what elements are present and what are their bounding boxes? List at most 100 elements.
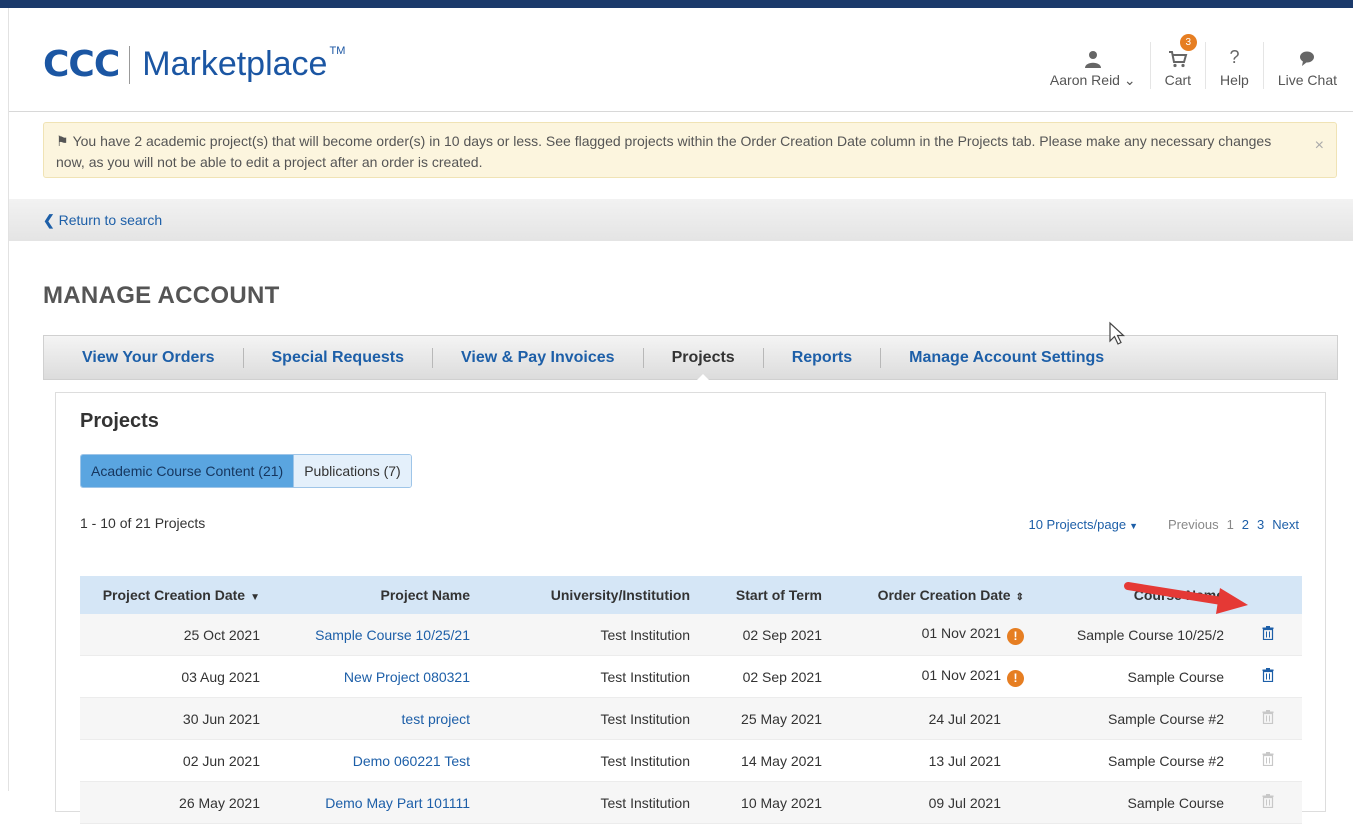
cell-course-name: Sample Course (1034, 781, 1234, 824)
cart-count-badge: 3 (1179, 34, 1197, 51)
live-chat-button[interactable]: Live Chat (1262, 42, 1353, 89)
cell-term-start: 02 Sep 2021 (700, 655, 832, 698)
live-chat-label: Live Chat (1277, 72, 1337, 88)
cell-term-start: 14 May 2021 (700, 739, 832, 782)
account-tabs: View Your Orders Special Requests View &… (43, 335, 1338, 382)
chat-bubble-icon (1298, 42, 1316, 68)
project-type-toggle: Academic Course Content (21) Publication… (80, 454, 412, 488)
cart-button[interactable]: 3 Cart (1149, 34, 1205, 89)
sort-desc-icon: ▼ (250, 592, 260, 603)
cell-created: 25 Oct 2021 (80, 614, 270, 656)
cell-institution: Test Institution (480, 697, 700, 740)
cell-term-start: 25 May 2021 (700, 697, 832, 740)
flag-icon: ⚑ (56, 133, 69, 149)
user-name: Aaron Reid (1049, 72, 1120, 88)
logo-mark: CCC (43, 44, 120, 85)
return-label: Return to search (58, 212, 163, 228)
table-row: 25 Oct 2021 Sample Course 10/25/21 Test … (80, 614, 1302, 656)
cell-created: 30 Jun 2021 (80, 697, 270, 740)
logo-trademark: TM (329, 44, 346, 57)
project-alert-banner: ⚑ You have 2 academic project(s) that wil… (43, 122, 1337, 178)
tab-special-requests[interactable]: Special Requests (242, 347, 433, 368)
trash-disabled-icon (1262, 710, 1274, 725)
projects-table-body: 25 Oct 2021 Sample Course 10/25/21 Test … (80, 614, 1302, 824)
cell-course-name: Sample Course #2 (1034, 739, 1234, 782)
cell-course-name: Sample Course 10/25/2 (1034, 614, 1234, 656)
trash-icon[interactable] (1262, 626, 1274, 641)
table-header-row: Project Creation Date ▼ Project Name Univ… (80, 576, 1302, 614)
project-name-link[interactable]: Demo 060221 Test (353, 753, 470, 769)
col-project-name[interactable]: Project Name (270, 576, 480, 614)
sort-both-icon: ⇕ (1015, 592, 1024, 603)
col-university-institution[interactable]: University/Institution (480, 576, 700, 614)
alert-message: You have 2 academic project(s) that will… (56, 133, 1272, 170)
cell-institution: Test Institution (480, 614, 700, 656)
page-link-3[interactable]: 3 (1257, 517, 1264, 532)
cell-created: 26 May 2021 (80, 781, 270, 824)
top-stripe (0, 0, 1353, 8)
pagination: 10 Projects/page ▼ Previous 1 2 3 Next (1028, 517, 1299, 532)
col-project-creation-date[interactable]: Project Creation Date ▼ (80, 576, 270, 614)
page-title: MANAGE ACCOUNT (43, 282, 280, 309)
cell-order-date: 09 Jul 2021 (832, 781, 1034, 824)
cell-order-date: 01 Nov 2021! (832, 614, 1034, 656)
per-page-dropdown[interactable]: 10 Projects/page ▼ (1028, 517, 1138, 532)
return-bar: ❮ Return to search (9, 199, 1353, 241)
ccc-marketplace-logo[interactable]: CCC Marketplace TM (43, 44, 345, 85)
close-icon[interactable]: × (1315, 135, 1324, 156)
chevron-down-icon: ⌄ (1123, 72, 1136, 88)
projects-table: Project Creation Date ▼ Project Name Univ… (80, 576, 1302, 824)
tab-view-pay-invoices[interactable]: View & Pay Invoices (432, 347, 643, 368)
project-name-link[interactable]: test project (402, 711, 470, 727)
cell-order-date: 24 Jul 2021 (832, 697, 1034, 740)
previous-page-link[interactable]: Previous (1168, 517, 1219, 532)
return-to-search-link[interactable]: ❮ Return to search (43, 212, 162, 229)
per-page-value: 10 Projects/page (1028, 517, 1127, 532)
results-count: 1 - 10 of 21 Projects (80, 515, 206, 531)
left-border (0, 8, 9, 791)
cell-course-name: Sample Course (1034, 655, 1234, 698)
chevron-left-icon: ❮ (43, 212, 55, 228)
cell-created: 03 Aug 2021 (80, 655, 270, 698)
cell-order-date: 01 Nov 2021! (832, 655, 1034, 698)
help-button[interactable]: ? Help (1205, 42, 1263, 89)
warning-icon: ! (1007, 627, 1024, 645)
header-actions: Aaron Reid ⌄ 3 Cart ? Help Live Chat (1036, 34, 1353, 89)
cell-institution: Test Institution (480, 739, 700, 782)
logo-divider (129, 45, 131, 84)
cell-term-start: 10 May 2021 (700, 781, 832, 824)
segment-publications[interactable]: Publications (7) (294, 455, 411, 487)
logo-text: Marketplace (142, 45, 328, 83)
cart-label: Cart (1164, 72, 1192, 88)
cell-institution: Test Institution (480, 655, 700, 698)
user-menu[interactable]: Aaron Reid ⌄ (1036, 42, 1150, 89)
project-name-link[interactable]: Sample Course 10/25/21 (315, 627, 470, 643)
col-start-of-term[interactable]: Start of Term (700, 576, 832, 614)
warning-icon: ! (1007, 669, 1024, 687)
cell-order-date: 13 Jul 2021 (832, 739, 1034, 782)
cell-term-start: 02 Sep 2021 (700, 614, 832, 656)
project-name-link[interactable]: New Project 080321 (344, 669, 470, 685)
cell-course-name: Sample Course #2 (1034, 697, 1234, 740)
table-row: 26 May 2021 Demo May Part 101111 Test In… (80, 781, 1302, 824)
page-link-1[interactable]: 1 (1227, 517, 1234, 532)
table-row: 03 Aug 2021 New Project 080321 Test Inst… (80, 655, 1302, 698)
tab-view-your-orders[interactable]: View Your Orders (66, 348, 243, 368)
cart-icon: 3 (1168, 34, 1197, 68)
tab-projects[interactable]: Projects (642, 347, 763, 382)
trash-disabled-icon (1262, 752, 1274, 767)
projects-title: Projects (80, 410, 159, 432)
tab-manage-account-settings[interactable]: Manage Account Settings (880, 347, 1132, 368)
next-page-link[interactable]: Next (1272, 517, 1299, 532)
trash-icon[interactable] (1262, 668, 1274, 683)
user-icon (1084, 42, 1102, 68)
mouse-cursor-icon (1109, 321, 1126, 345)
site-header: CCC Marketplace TM Aaron Reid ⌄ 3 Cart ?… (9, 8, 1353, 112)
col-order-creation-date[interactable]: Order Creation Date ⇕ (832, 576, 1034, 614)
trash-disabled-icon (1262, 794, 1274, 809)
page-link-2[interactable]: 2 (1242, 517, 1249, 532)
segment-academic-course-content[interactable]: Academic Course Content (21) (81, 455, 295, 487)
tab-reports[interactable]: Reports (762, 347, 880, 368)
help-label: Help (1220, 72, 1249, 88)
project-name-link[interactable]: Demo May Part 101111 (325, 795, 470, 811)
